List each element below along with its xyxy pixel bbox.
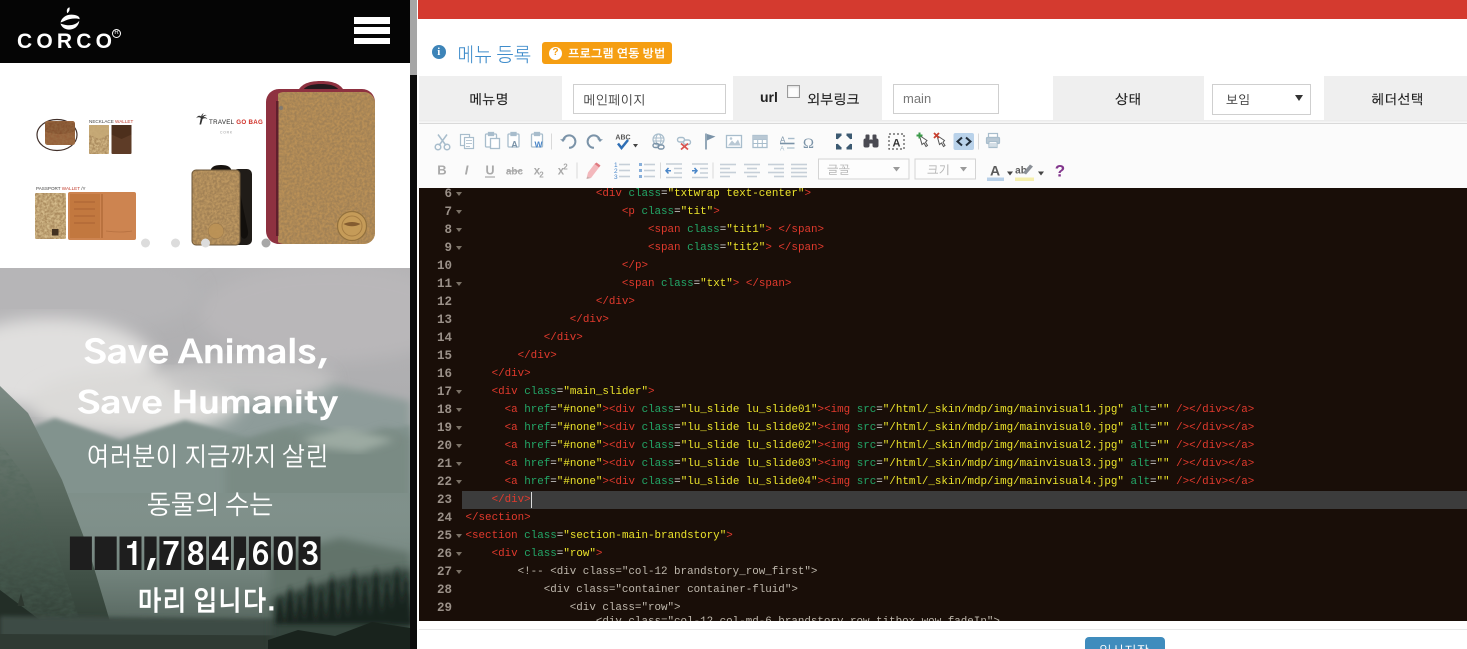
svg-text:?: ? bbox=[1055, 162, 1065, 181]
svg-text:Ω: Ω bbox=[803, 136, 814, 152]
svg-text:PASSPORT WALLET /Y: PASSPORT WALLET /Y bbox=[36, 186, 86, 191]
svg-text:A: A bbox=[990, 163, 1000, 179]
svg-text:CORK: CORK bbox=[220, 131, 233, 135]
svg-text:B: B bbox=[437, 163, 446, 178]
svg-text:I: I bbox=[465, 163, 469, 178]
svg-text:W: W bbox=[534, 140, 543, 150]
svg-text:3: 3 bbox=[614, 174, 618, 181]
svg-text:2: 2 bbox=[539, 171, 544, 180]
svg-text:NECKLACE WALLET: NECKLACE WALLET bbox=[89, 119, 133, 124]
svg-text:abc: abc bbox=[506, 167, 524, 178]
svg-text:A: A bbox=[780, 146, 785, 153]
svg-text:U: U bbox=[485, 164, 494, 178]
svg-text:A: A bbox=[511, 140, 518, 150]
svg-text:A: A bbox=[893, 138, 901, 150]
svg-text:2: 2 bbox=[563, 163, 568, 172]
svg-text:TRAVEL GO BAG: TRAVEL GO BAG bbox=[209, 119, 263, 126]
